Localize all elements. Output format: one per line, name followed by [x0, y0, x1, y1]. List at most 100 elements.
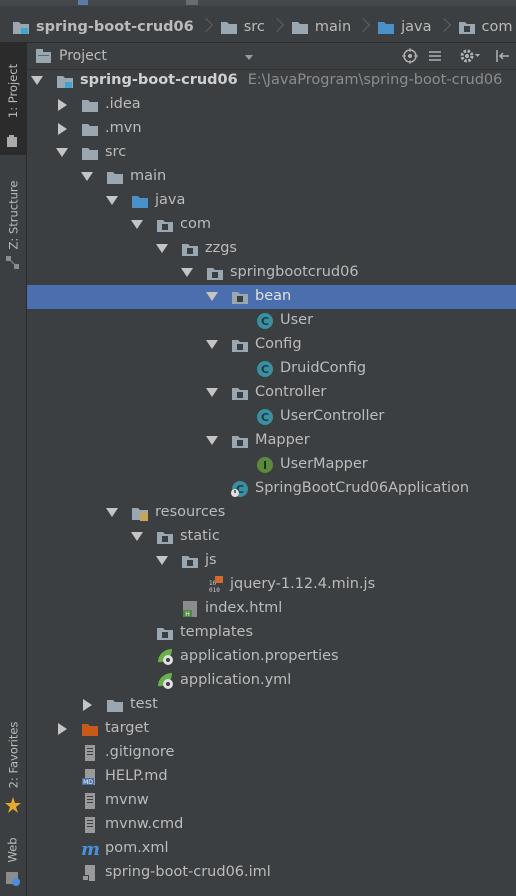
class-icon: C: [256, 312, 274, 330]
expand-arrow-icon[interactable]: [181, 268, 193, 277]
expand-arrow-icon[interactable]: [156, 244, 168, 253]
view-dropdown-icon[interactable]: [245, 55, 253, 60]
tree-row[interactable]: templates: [27, 621, 516, 645]
tree-node-label: main: [130, 168, 167, 184]
tree-row[interactable]: static: [27, 525, 516, 549]
svg-text:m: m: [81, 840, 99, 858]
tree-row[interactable]: mvnw: [27, 789, 516, 813]
hide-panel-icon[interactable]: [495, 48, 511, 64]
spring-config-icon: [156, 648, 174, 666]
tree-row[interactable]: mvnw.cmd: [27, 813, 516, 837]
breadcrumb: spring-boot-crud06srcmainjavacomzz: [12, 17, 516, 37]
tree-row[interactable]: target: [27, 717, 516, 741]
tree-row[interactable]: .idea: [27, 93, 516, 117]
collapse-arrow-icon[interactable]: [83, 699, 92, 711]
expand-arrow-icon[interactable]: [206, 340, 218, 349]
folder-icon: [106, 696, 124, 714]
breadcrumb-separator: [439, 17, 451, 37]
gear-icon[interactable]: [459, 48, 481, 64]
tree-node-label: Config: [255, 336, 302, 352]
breadcrumb-item[interactable]: spring-boot-crud06: [12, 18, 194, 36]
tree-row[interactable]: C SpringBootCrud06Application: [27, 477, 516, 501]
package-icon: [231, 432, 249, 450]
tree-row[interactable]: .gitignore: [27, 741, 516, 765]
tab-structure[interactable]: Z: Structure: [0, 169, 26, 269]
svg-text:C: C: [261, 411, 269, 424]
tree-node-label: HELP.md: [105, 768, 168, 784]
html-file-icon: H: [181, 600, 199, 618]
tree-node-label: mvnw.cmd: [105, 816, 184, 832]
tree-node-label: com: [180, 216, 211, 232]
source-folder-icon: [377, 18, 395, 36]
expand-arrow-icon[interactable]: [81, 172, 93, 181]
tree-row[interactable]: Controller: [27, 381, 516, 405]
tree-node-label: UserController: [280, 408, 385, 424]
tree-row[interactable]: java: [27, 189, 516, 213]
expand-arrow-icon[interactable]: [206, 292, 218, 301]
tree-row[interactable]: .mvn: [27, 117, 516, 141]
expand-arrow-icon[interactable]: [206, 388, 218, 397]
tree-row[interactable]: C User: [27, 309, 516, 333]
tree-row[interactable]: src: [27, 141, 516, 165]
interface-icon: I: [256, 456, 274, 474]
tree-row[interactable]: MD HELP.md: [27, 765, 516, 789]
tab-favorites[interactable]: 2: Favorites: [0, 711, 26, 813]
tree-row[interactable]: Mapper: [27, 429, 516, 453]
tree-row[interactable]: resources: [27, 501, 516, 525]
tree-row[interactable]: C UserController: [27, 405, 516, 429]
expand-arrow-icon[interactable]: [131, 220, 143, 229]
maven-icon: m: [81, 839, 100, 860]
breadcrumb-item[interactable]: src: [220, 18, 265, 36]
text-file-icon: [81, 744, 99, 762]
toolbar-strip: [0, 0, 516, 6]
package-icon: [181, 552, 199, 570]
tree-node-label: .mvn: [105, 120, 142, 136]
project-tool-icon: [7, 135, 17, 147]
collapse-arrow-icon[interactable]: [58, 723, 67, 735]
expand-arrow-icon[interactable]: [206, 436, 218, 445]
tree-node-label: pom.xml: [105, 840, 169, 856]
tree-row[interactable]: springbootcrud06: [27, 261, 516, 285]
tree-row[interactable]: com: [27, 213, 516, 237]
tree-node-label: .gitignore: [105, 744, 175, 760]
expand-arrow-icon[interactable]: [31, 76, 43, 85]
collapse-arrow-icon[interactable]: [58, 123, 67, 135]
tree-row[interactable]: application.properties: [27, 645, 516, 669]
collapse-arrow-icon[interactable]: [58, 99, 67, 111]
tree-row[interactable]: C DruidConfig: [27, 357, 516, 381]
tree-row[interactable]: spring-boot-crud06.iml: [27, 861, 516, 885]
tab-project[interactable]: 1: Project: [0, 43, 26, 155]
breadcrumb-item[interactable]: com: [458, 18, 513, 36]
tree-row[interactable]: Config: [27, 333, 516, 357]
tree-row[interactable]: m pom.xml: [27, 837, 516, 861]
tree-row[interactable]: bean: [27, 285, 516, 309]
spring-config-icon: [156, 672, 174, 690]
text-file-icon: [81, 816, 99, 834]
tree-node-label: zzgs: [205, 240, 237, 256]
tree-row[interactable]: js: [27, 549, 516, 573]
svg-text:C: C: [261, 363, 269, 376]
tree-row[interactable]: test: [27, 693, 516, 717]
tree-row[interactable]: 10 010 jquery-1.12.4.min.js: [27, 573, 516, 597]
breadcrumb-item[interactable]: main: [291, 18, 351, 36]
tree-row[interactable]: main: [27, 165, 516, 189]
expand-arrow-icon[interactable]: [131, 532, 143, 541]
tab-web[interactable]: Web: [0, 827, 26, 886]
tree-node-label: springbootcrud06: [230, 264, 359, 280]
tree-row[interactable]: I UserMapper: [27, 453, 516, 477]
expand-arrow-icon[interactable]: [56, 148, 68, 157]
expand-arrow-icon[interactable]: [106, 508, 118, 517]
tree-row[interactable]: spring-boot-crud06 E:\JavaProgram\spring-…: [27, 69, 516, 93]
tree-row[interactable]: Hindex.html: [27, 597, 516, 621]
breadcrumb-label: spring-boot-crud06: [36, 19, 194, 35]
tree-node-label: test: [130, 696, 158, 712]
expand-arrow-icon[interactable]: [156, 556, 168, 565]
tree-row[interactable]: zzgs: [27, 237, 516, 261]
tab-structure-label: Z: Structure: [6, 180, 20, 250]
breadcrumb-item[interactable]: java: [377, 18, 432, 36]
tree-row[interactable]: application.yml: [27, 669, 516, 693]
tree-node-label: User: [280, 312, 314, 328]
locate-icon[interactable]: [402, 48, 418, 64]
collapse-all-icon[interactable]: [427, 48, 443, 64]
expand-arrow-icon[interactable]: [106, 196, 118, 205]
